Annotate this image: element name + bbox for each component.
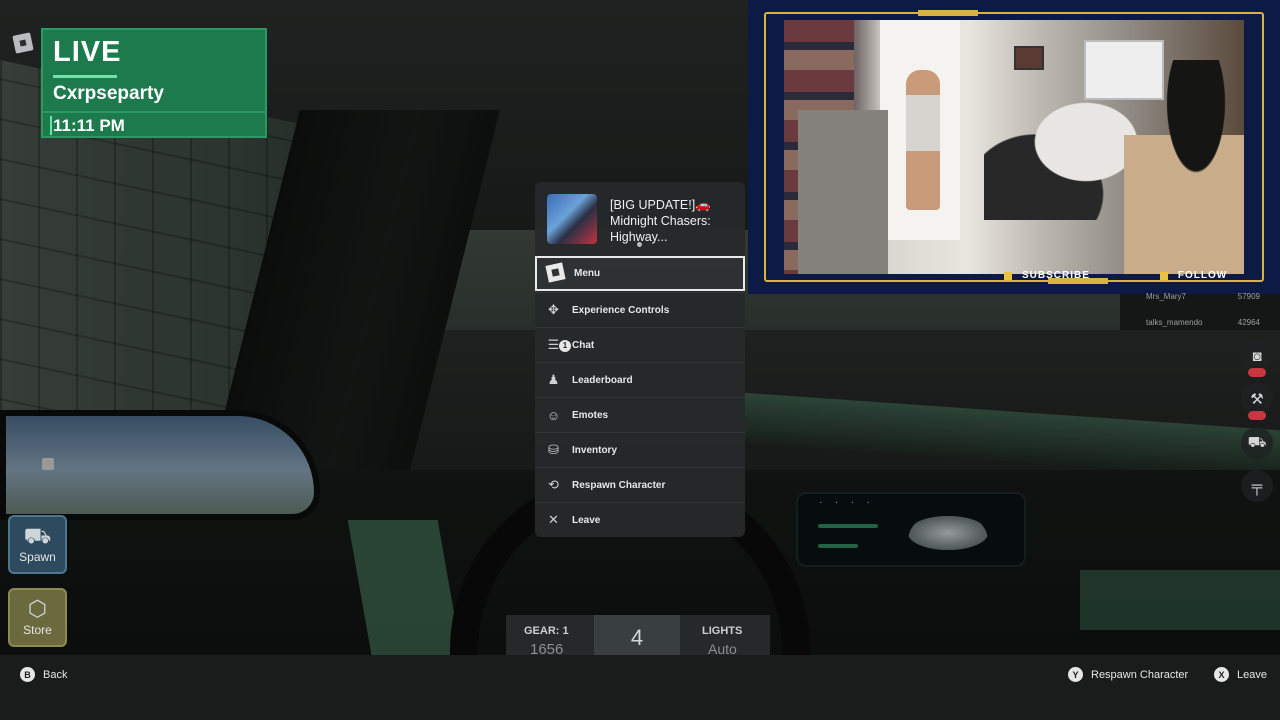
menu-item-label: Menu (574, 268, 601, 279)
menu-header: [BIG UPDATE!]🚗Midnight Chasers: Highway.… (535, 182, 745, 254)
follow-label: FOLLOW (1159, 270, 1228, 281)
person-foreground (1124, 60, 1244, 274)
wrench-icon: ⚒ (1250, 391, 1264, 408)
player-score: 57909 (1237, 292, 1260, 301)
b-button-icon: B (20, 667, 35, 682)
menu-item-label: Emotes (572, 409, 609, 421)
menu-item-emotes[interactable]: ☺ Emotes (535, 397, 745, 432)
webcam-overlay: SUBSCRIBE FOLLOW (748, 0, 1280, 294)
menu-item-menu[interactable]: Menu (535, 256, 745, 291)
menu-item-chat[interactable]: ☰ 1 Chat (535, 327, 745, 362)
x-button-icon: X (1214, 667, 1229, 682)
live-stream-overlay: LIVE Cxrpseparty 11:11 PM (41, 28, 267, 138)
respawn-hint[interactable]: Y Respawn Character (1068, 667, 1188, 682)
gear-label: GEAR: (524, 625, 560, 637)
bottom-strip (0, 695, 1280, 720)
follow-text: FOLLOW (1177, 270, 1228, 281)
leaderboard-icon: ♟ (547, 372, 560, 387)
webcam-labels: SUBSCRIBE FOLLOW (1004, 270, 1227, 281)
spawn-button[interactable]: ⛟ Spawn (8, 515, 67, 574)
stream-time: 11:11 PM (53, 116, 125, 135)
wall-frame (1014, 46, 1044, 70)
speed-value: 4 (594, 615, 680, 655)
gun-icon: ╤ (1251, 477, 1263, 495)
webcam-decor (918, 10, 978, 16)
leaderboard-row: Mrs_Mary7 57909 (1134, 292, 1260, 301)
leave-hint[interactable]: X Leave (1214, 667, 1267, 682)
menu-item-respawn[interactable]: ⟲ Respawn Character (535, 467, 745, 502)
lights-label: LIGHTS (702, 625, 743, 637)
player-name: talks_mamendo (1146, 318, 1203, 327)
roblox-logo-icon (537, 261, 574, 284)
webcam-video (784, 20, 1244, 274)
dpad-icon: ✥ (548, 302, 559, 317)
page-indicator (637, 242, 642, 247)
menu-item-label: Inventory (572, 444, 618, 456)
backpack-icon: ⛁ (548, 442, 559, 457)
menu-item-label: Chat (572, 339, 595, 351)
leave-label: Leave (1237, 668, 1267, 681)
car-icon: ⛟ (23, 523, 52, 548)
close-icon: ✕ (548, 512, 559, 527)
notification-badge (1248, 368, 1266, 377)
concrete-block (798, 110, 888, 274)
gear-readout: GEAR: 1 (524, 625, 569, 637)
menu-item-label: Leave (572, 514, 601, 526)
menu-item-label: Respawn Character (572, 479, 666, 491)
respawn-label: Respawn Character (1091, 668, 1189, 681)
live-underline (53, 75, 117, 78)
divider (43, 111, 265, 113)
subscribe-label: SUBSCRIBE (1004, 270, 1090, 281)
robux-icon: ⬡ (27, 596, 48, 621)
vehicle-hud: GEAR: 1 1656 4 LIGHTS Auto (506, 615, 770, 658)
player-score: 42964 (1237, 318, 1260, 327)
y-button-icon: Y (1068, 667, 1083, 682)
store-label: Store (23, 623, 52, 637)
emote-icon: ☺ (546, 407, 561, 423)
player-name: Mrs_Mary7 (1146, 292, 1187, 301)
gear-value: 1 (562, 625, 569, 637)
back-hint[interactable]: B Back (20, 667, 67, 682)
chat-unread-badge: 1 (559, 340, 571, 352)
notification-badge (1248, 411, 1266, 420)
respawn-icon: ⟲ (548, 477, 559, 492)
roblox-game-menu: [BIG UPDATE!]🚗Midnight Chasers: Highway.… (535, 182, 745, 537)
channel-name: Cxrpseparty (53, 83, 164, 104)
spawn-label: Spawn (19, 550, 56, 564)
camera-icon: ◙ (1252, 347, 1262, 365)
person-standing (906, 70, 940, 210)
back-label: Back (43, 668, 68, 681)
menu-item-label: Experience Controls (572, 304, 670, 316)
roblox-menu-icon[interactable] (12, 32, 34, 54)
menu-item-experience-controls[interactable]: ✥ Experience Controls (535, 292, 745, 327)
game-title: [BIG UPDATE!]🚗Midnight Chasers: Highway.… (610, 198, 711, 244)
weapon-button[interactable]: ╤ (1241, 470, 1273, 502)
store-button[interactable]: ⬡ Store (8, 588, 67, 647)
subscribe-text: SUBSCRIBE (1022, 270, 1090, 281)
menu-item-leaderboard[interactable]: ♟ Leaderboard (535, 362, 745, 397)
menu-item-label: Leaderboard (572, 374, 633, 386)
leaderboard-row: talks_mamendo 42964 (1134, 318, 1260, 327)
lock-icon (42, 458, 54, 470)
time-accent (50, 116, 52, 135)
live-status: LIVE (53, 36, 122, 68)
game-thumbnail (547, 194, 597, 244)
follow-icon (1159, 271, 1168, 280)
subscribe-icon (1004, 271, 1012, 280)
menu-item-inventory[interactable]: ⛁ Inventory (535, 432, 745, 467)
car-icon: ⛟ (1247, 433, 1267, 451)
car-button[interactable]: ⛟ (1241, 427, 1273, 459)
menu-item-leave[interactable]: ✕ Leave (535, 502, 745, 537)
